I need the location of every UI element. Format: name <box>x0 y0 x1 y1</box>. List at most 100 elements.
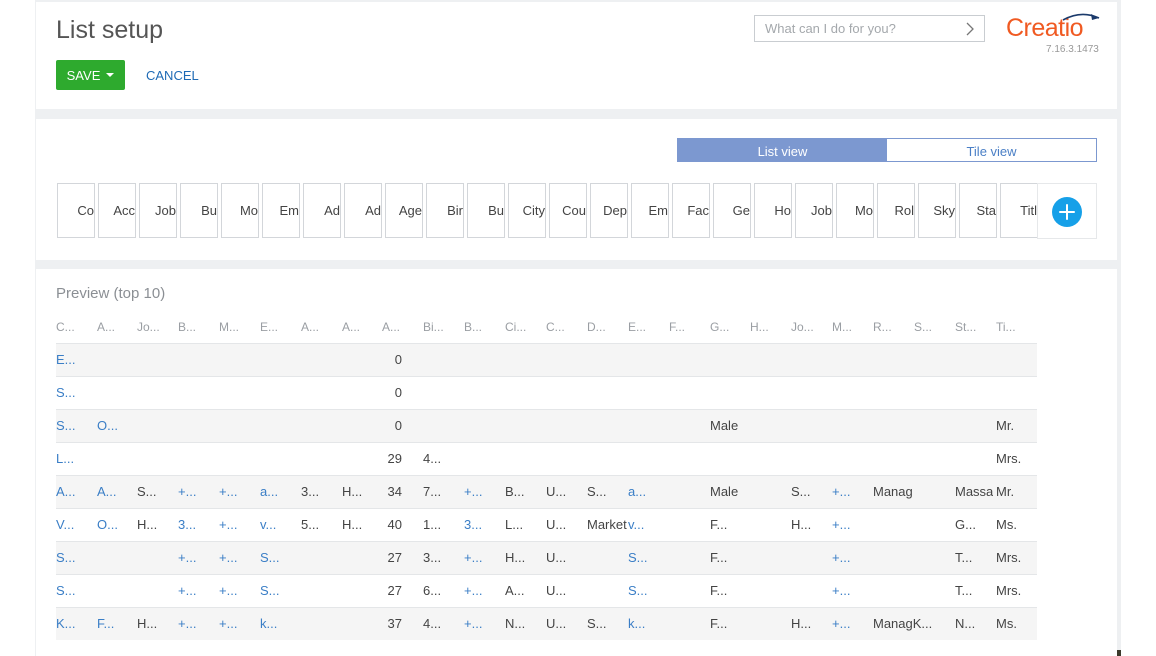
chevron-right-icon[interactable] <box>965 22 975 36</box>
table-cell[interactable]: +... <box>219 583 237 598</box>
table-cell[interactable]: +... <box>219 616 237 631</box>
column-tile[interactable]: Job <box>795 183 833 238</box>
add-column-plus-icon[interactable] <box>1052 197 1082 227</box>
table-cell[interactable]: +... <box>464 550 482 565</box>
table-cell[interactable]: k... <box>260 616 277 631</box>
search-input[interactable] <box>755 16 975 41</box>
column-header[interactable]: F... <box>669 320 685 334</box>
column-header[interactable]: A... <box>97 320 115 334</box>
table-cell[interactable]: +... <box>832 616 850 631</box>
table-row[interactable]: E... 0 <box>56 343 1037 376</box>
table-cell[interactable]: +... <box>178 583 196 598</box>
table-cell[interactable]: +... <box>178 616 196 631</box>
column-header[interactable]: M... <box>219 320 239 334</box>
table-row[interactable]: S... 0 <box>56 376 1037 409</box>
column-tile[interactable]: Sky <box>918 183 956 238</box>
column-tile[interactable]: Age <box>385 183 423 238</box>
table-cell[interactable]: +... <box>832 583 850 598</box>
column-header[interactable]: A... <box>301 320 319 334</box>
table-row[interactable]: A... A... S... +... +... a... 3... H... 34 7... +.… <box>56 475 1037 508</box>
table-cell[interactable]: +... <box>219 517 237 532</box>
table-row[interactable]: S... O... 0 Male Mr. <box>56 409 1037 442</box>
column-tile[interactable]: Bir <box>426 183 464 238</box>
column-header[interactable]: M... <box>832 320 852 334</box>
table-cell[interactable]: A... <box>97 484 117 499</box>
column-tile[interactable]: Fac <box>672 183 710 238</box>
table-cell[interactable]: S... <box>56 550 76 565</box>
column-header[interactable]: R... <box>873 320 892 334</box>
column-tile[interactable]: Dep <box>590 183 628 238</box>
column-header[interactable]: Jo... <box>791 320 814 334</box>
table-cell[interactable]: +... <box>832 484 850 499</box>
table-cell[interactable]: S... <box>56 583 76 598</box>
table-row[interactable]: V... O... H... 3... +... v... 5... H... 40 1... 3.… <box>56 508 1037 541</box>
column-header[interactable]: Jo... <box>137 320 160 334</box>
table-cell[interactable]: 3... <box>178 517 196 532</box>
column-tile[interactable]: Rol <box>877 183 915 238</box>
column-tile[interactable]: Job <box>139 183 177 238</box>
column-header[interactable]: B... <box>464 320 482 334</box>
table-cell[interactable]: +... <box>832 550 850 565</box>
column-tile[interactable]: Ad <box>344 183 382 238</box>
table-cell[interactable]: v... <box>260 517 276 532</box>
column-tile[interactable]: Ho <box>754 183 792 238</box>
table-cell[interactable]: S... <box>628 583 648 598</box>
column-tile[interactable]: Mo <box>836 183 874 238</box>
table-cell[interactable]: +... <box>219 484 237 499</box>
column-header[interactable]: Ci... <box>505 320 526 334</box>
table-cell[interactable]: S... <box>260 583 280 598</box>
column-tile[interactable]: Sta <box>959 183 997 238</box>
list-view-button[interactable]: List view <box>678 139 887 161</box>
column-tile[interactable]: Bu <box>180 183 218 238</box>
table-cell[interactable]: a... <box>628 484 646 499</box>
table-cell[interactable]: +... <box>178 484 196 499</box>
column-header[interactable]: St... <box>955 320 976 334</box>
column-header[interactable]: A... <box>382 320 400 334</box>
table-cell[interactable]: +... <box>178 550 196 565</box>
column-tile[interactable]: Ad <box>303 183 341 238</box>
column-header[interactable]: Ti... <box>996 320 1016 334</box>
table-cell[interactable]: L... <box>56 451 74 466</box>
table-cell[interactable]: k... <box>628 616 645 631</box>
cancel-button[interactable]: CANCEL <box>136 60 209 90</box>
table-cell[interactable]: E... <box>56 352 76 367</box>
table-cell[interactable]: F... <box>97 616 114 631</box>
column-header[interactable]: G... <box>710 320 729 334</box>
command-search[interactable] <box>754 15 985 42</box>
table-row[interactable]: S... +... +... S... 27 6... +... A... U... S... F.… <box>56 574 1037 607</box>
table-cell[interactable]: +... <box>832 517 850 532</box>
column-tile[interactable]: Acc <box>98 183 136 238</box>
column-tile[interactable]: Co <box>57 183 95 238</box>
table-cell[interactable]: v... <box>628 517 644 532</box>
column-header[interactable]: Bi... <box>423 320 444 334</box>
table-cell[interactable]: A... <box>56 484 76 499</box>
column-tile[interactable]: City <box>508 183 546 238</box>
column-header[interactable]: E... <box>260 320 278 334</box>
table-cell[interactable]: V... <box>56 517 74 532</box>
column-tile[interactable]: Mo <box>221 183 259 238</box>
table-cell[interactable]: S... <box>56 418 76 433</box>
table-row[interactable]: L... 29 4... Mrs. <box>56 442 1037 475</box>
column-tile[interactable]: Em <box>262 183 300 238</box>
column-tile[interactable]: Titl <box>1000 183 1038 238</box>
table-row[interactable]: S... +... +... S... 27 3... +... H... U... S... F.… <box>56 541 1037 574</box>
column-tile[interactable]: Em <box>631 183 669 238</box>
column-tile[interactable]: Ge <box>713 183 751 238</box>
table-cell[interactable]: O... <box>97 418 118 433</box>
table-cell[interactable]: +... <box>464 484 482 499</box>
table-cell[interactable]: +... <box>464 583 482 598</box>
column-header[interactable]: C... <box>56 320 75 334</box>
column-tile[interactable]: Bu <box>467 183 505 238</box>
table-cell[interactable]: K... <box>56 616 76 631</box>
column-header[interactable]: D... <box>587 320 606 334</box>
column-header[interactable]: S... <box>914 320 932 334</box>
table-cell[interactable]: S... <box>56 385 76 400</box>
table-cell[interactable]: 3... <box>464 517 482 532</box>
column-header[interactable]: A... <box>342 320 360 334</box>
column-header[interactable]: C... <box>546 320 565 334</box>
tile-view-button[interactable]: Tile view <box>887 139 1096 161</box>
table-cell[interactable]: S... <box>260 550 280 565</box>
table-cell[interactable]: +... <box>219 550 237 565</box>
save-button[interactable]: SAVE <box>56 60 125 90</box>
table-cell[interactable]: S... <box>628 550 648 565</box>
